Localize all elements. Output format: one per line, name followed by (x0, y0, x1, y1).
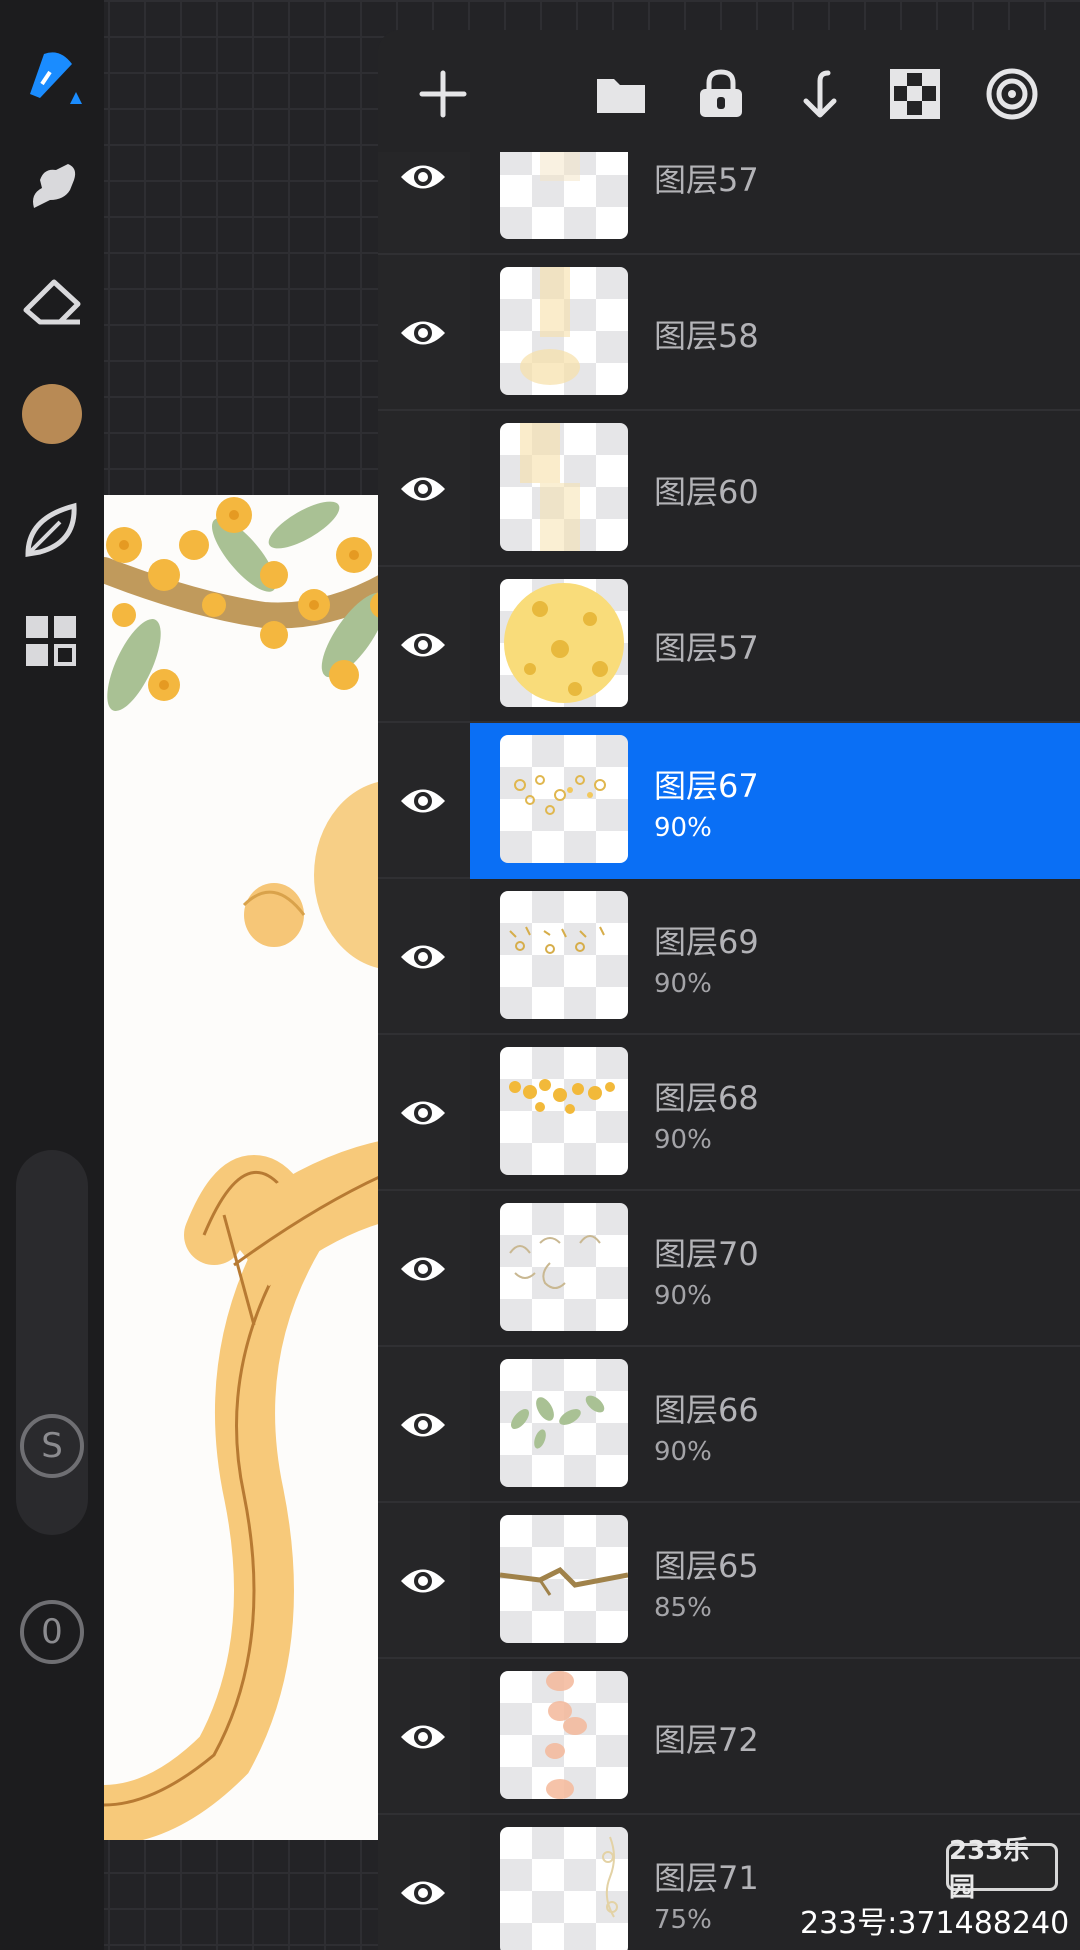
layer-row[interactable]: 图层60 (378, 411, 1080, 567)
leaf-icon[interactable] (18, 496, 86, 564)
layer-row[interactable]: 图层72 (378, 1659, 1080, 1815)
zero-button[interactable]: 0 (20, 1600, 84, 1664)
s-button[interactable]: S (20, 1414, 84, 1478)
layer-name: 图层60 (654, 473, 759, 511)
layer-row[interactable]: 图层66 90% (378, 1347, 1080, 1503)
layer-row[interactable]: 图层58 (378, 255, 1080, 411)
layer-opacity: 90% (654, 1437, 712, 1467)
layer-thumbnail[interactable] (500, 267, 628, 395)
layer-name: 图层58 (654, 317, 759, 355)
layer-name: 图层72 (654, 1721, 759, 1759)
layer-row[interactable]: 图层68 90% (378, 1035, 1080, 1191)
merge-down-icon[interactable] (788, 65, 846, 123)
layers-panel: 图层57 图层58 图层60 图层57 图层67 90% 图层69 90% 图层68 90% 图层7… (378, 30, 1080, 1950)
left-toolbar: S 0 (0, 0, 104, 1950)
layer-opacity: 90% (654, 813, 712, 843)
layers-header (378, 30, 1080, 152)
layer-name: 图层68 (654, 1079, 759, 1117)
add-icon[interactable] (414, 65, 472, 123)
layer-thumbnail[interactable] (500, 423, 628, 551)
layer-row[interactable]: 图层57 (378, 567, 1080, 723)
gallery-grid-icon[interactable] (18, 608, 86, 676)
eye-icon[interactable] (398, 1090, 448, 1136)
eye-icon[interactable] (398, 778, 448, 824)
layer-thumbnail[interactable] (500, 735, 628, 863)
eye-icon[interactable] (398, 1870, 448, 1916)
procreate-app: S 0 图层57 图层58 图层60 图层57 图层67 90% 图层69 90% 图层68 90… (0, 0, 1080, 1950)
layer-thumbnail[interactable] (500, 1515, 628, 1643)
eye-icon[interactable] (398, 1558, 448, 1604)
lock-icon[interactable] (692, 65, 750, 123)
eye-icon[interactable] (398, 622, 448, 668)
eye-icon[interactable] (398, 466, 448, 512)
smudge-icon[interactable] (18, 152, 86, 220)
layer-row[interactable]: 图层70 90% (378, 1191, 1080, 1347)
eraser-icon[interactable] (18, 268, 86, 336)
layer-name: 图层57 (654, 629, 759, 667)
layer-thumbnail[interactable] (500, 1827, 628, 1950)
layer-opacity: 85% (654, 1593, 712, 1623)
layer-name: 图层70 (654, 1235, 759, 1273)
target-icon[interactable] (983, 65, 1041, 123)
eye-icon[interactable] (398, 934, 448, 980)
brush-icon[interactable] (18, 40, 86, 108)
eye-icon[interactable] (398, 1402, 448, 1448)
layer-name: 图层66 (654, 1391, 759, 1429)
layer-row[interactable]: 图层69 90% (378, 879, 1080, 1035)
layer-thumbnail[interactable] (500, 1047, 628, 1175)
eye-icon[interactable] (398, 154, 448, 200)
layer-opacity: 75% (654, 1905, 712, 1935)
layer-thumbnail[interactable] (500, 891, 628, 1019)
layer-thumbnail[interactable] (500, 1203, 628, 1331)
folder-icon[interactable] (592, 65, 650, 123)
layer-name: 图层67 (654, 767, 759, 805)
eye-icon[interactable] (398, 310, 448, 356)
color-swatch[interactable] (18, 380, 86, 448)
layer-thumbnail[interactable] (500, 1359, 628, 1487)
layer-opacity: 90% (654, 969, 712, 999)
layer-name: 图层65 (654, 1547, 759, 1585)
watermark-text: 233号:371488240 (800, 1906, 1070, 1941)
checkerboard-icon[interactable] (886, 65, 944, 123)
layer-opacity: 90% (654, 1281, 712, 1311)
layer-name: 图层71 (654, 1859, 759, 1897)
layer-thumbnail[interactable] (500, 579, 628, 707)
eye-icon[interactable] (398, 1714, 448, 1760)
layer-list[interactable]: 图层57 图层58 图层60 图层57 图层67 90% 图层69 90% 图层68 90% 图层7… (378, 111, 1080, 1950)
eye-icon[interactable] (398, 1246, 448, 1292)
layer-name: 图层69 (654, 923, 759, 961)
layer-row[interactable]: 图层67 90% (378, 723, 1080, 879)
layer-thumbnail[interactable] (500, 1671, 628, 1799)
layer-row[interactable]: 图层65 85% (378, 1503, 1080, 1659)
layer-name: 图层57 (654, 161, 759, 199)
layer-opacity: 90% (654, 1125, 712, 1155)
watermark-logo: 233乐园 (946, 1836, 1058, 1903)
